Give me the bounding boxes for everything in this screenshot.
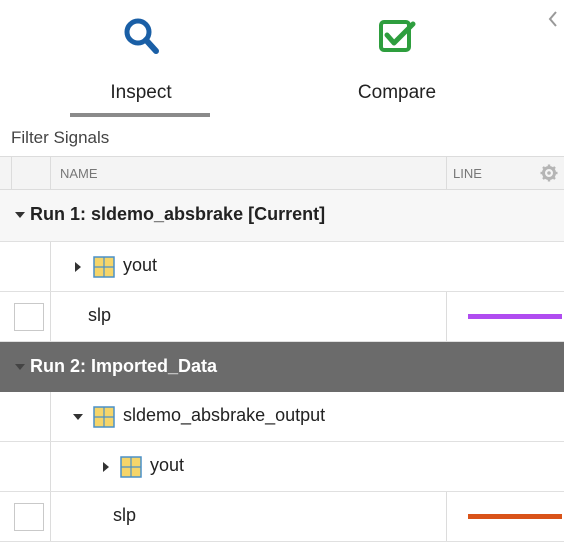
column-divider [446,292,447,341]
gear-icon[interactable] [540,164,558,182]
line-column-header[interactable]: LINE [453,166,482,181]
table-row[interactable]: slp [0,292,564,342]
signal-label: yout [150,455,185,475]
table-row[interactable]: yout [0,242,564,292]
expanded-triangle-icon[interactable] [14,209,26,221]
bus-grid-icon [120,456,142,478]
checkbox-column-header [11,157,51,189]
expanded-triangle-icon[interactable] [72,411,84,423]
bus-grid-icon [93,406,115,428]
run-row[interactable]: Run 1: sldemo_absbrake [Current] [0,190,564,242]
compare-button[interactable]: Compare [322,16,472,116]
checkbox-check-icon [379,20,416,52]
active-tab-indicator [70,113,210,117]
run-label: Run 1: sldemo_absbrake [Current] [30,204,326,224]
table-row[interactable]: yout [0,442,564,492]
signal-label: yout [123,255,158,275]
mode-toolbar: Inspect Compare [0,0,564,118]
collapsed-triangle-icon[interactable] [100,461,112,473]
row-divider [50,242,51,291]
signal-label: sldemo_absbrake_output [123,405,326,425]
row-divider [50,292,51,341]
name-column-header[interactable]: NAME [60,166,98,181]
run-label: Run 2: Imported_Data [30,356,218,376]
search-icon [124,18,159,54]
column-divider[interactable] [446,157,447,189]
compare-label: Compare [357,82,437,103]
line-color-swatch[interactable] [468,514,562,519]
column-divider [446,492,447,541]
table-row[interactable]: slp [0,492,564,542]
bus-grid-icon [93,256,115,278]
signal-label: slp [88,305,112,325]
signal-checkbox[interactable] [14,303,44,331]
inspect-button[interactable]: Inspect [66,16,216,116]
row-divider [50,392,51,441]
filter-placeholder: Filter Signals [11,128,110,147]
signal-label: slp [113,505,137,525]
line-color-swatch[interactable] [468,314,562,319]
run-row[interactable]: Run 2: Imported_Data [0,342,564,394]
filter-signals-field[interactable]: Filter Signals [0,120,564,156]
collapsed-triangle-icon[interactable] [72,261,84,273]
row-divider [50,492,51,541]
collapse-chevron-icon[interactable] [546,8,560,30]
row-divider [50,442,51,491]
signal-inspector-panel: Inspect Compare Filter Signals NAME LINE [0,0,564,560]
inspect-label: Inspect [110,82,172,103]
signal-checkbox[interactable] [14,503,44,531]
table-row[interactable]: sldemo_absbrake_output [0,392,564,442]
expanded-triangle-icon[interactable] [14,361,26,373]
table-header: NAME LINE [0,156,564,190]
